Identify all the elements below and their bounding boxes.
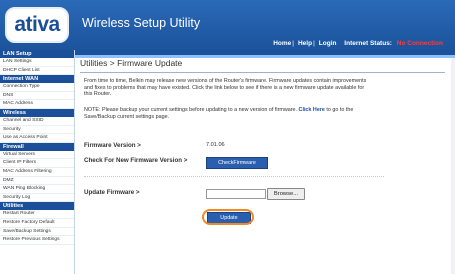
sidebar-item[interactable]: Save/Backup Settings: [0, 228, 74, 237]
internet-status-label: Internet Status:: [344, 40, 392, 47]
sidebar-heading: Wireless: [0, 108, 74, 117]
sidebar-item[interactable]: DMZ: [0, 177, 74, 186]
sidebar-heading: Firewall: [0, 142, 74, 151]
check-firmware-button[interactable]: CheckFirmware: [206, 157, 268, 169]
sidebar-item[interactable]: Connection Type: [0, 83, 74, 92]
sidebar-item[interactable]: LAN Settings: [0, 58, 74, 67]
app-title: Wireless Setup Utility: [82, 16, 201, 30]
check-firmware-label: Check For New Firmware Version >: [84, 157, 188, 164]
nav-separator: |: [292, 40, 294, 47]
page-scrollbar[interactable]: [451, 58, 455, 274]
backup-note-prefix: NOTE: Please backup your current setting…: [84, 107, 298, 113]
logo-text: ativa: [14, 13, 60, 36]
section-divider: [84, 176, 384, 177]
backup-settings-link[interactable]: Click Here: [299, 107, 325, 113]
sidebar-item[interactable]: Virtual Servers: [0, 151, 74, 160]
nav-login-link[interactable]: Login: [319, 40, 337, 47]
page-title: Utilities > Firmware Update: [80, 58, 183, 68]
sidebar-item[interactable]: DHCP Client List: [0, 67, 74, 76]
internet-status-value: No Connection: [396, 40, 443, 47]
nav-home-link[interactable]: Home: [273, 40, 291, 47]
sidebar-item[interactable]: Restore Factory Default: [0, 219, 74, 228]
sidebar-item[interactable]: Use as Access Point: [0, 134, 74, 143]
sidebar-item[interactable]: Restore Previous Settings: [0, 236, 74, 245]
firmware-version-label: Firmware Version >: [84, 142, 141, 149]
title-divider: [80, 72, 445, 73]
nav-separator: |: [313, 40, 315, 47]
browse-button[interactable]: Browse...: [267, 188, 305, 200]
update-highlight-ring: [202, 209, 254, 225]
sidebar-item[interactable]: MAC Address: [0, 100, 74, 109]
sidebar-item[interactable]: Channel and SSID: [0, 117, 74, 126]
sidebar-item[interactable]: DNS: [0, 92, 74, 101]
sidebar-heading: Internet WAN: [0, 75, 74, 84]
intro-text: From time to time, Belkin may release ne…: [84, 78, 367, 98]
sidebar-item[interactable]: Security Log: [0, 194, 74, 203]
sidebar-item[interactable]: Client IP Filters: [0, 159, 74, 168]
firmware-file-input[interactable]: [206, 189, 266, 199]
sidebar-heading: LAN Setup: [0, 50, 74, 58]
sidebar-item[interactable]: MAC Address Filtering: [0, 168, 74, 177]
sidebar-heading: Utilities: [0, 202, 74, 211]
firmware-version-value: 7.01.06: [206, 142, 225, 148]
sidebar-item[interactable]: WAN Ping Blocking: [0, 185, 74, 194]
sidebar-item[interactable]: Restart Router: [0, 210, 74, 219]
backup-note: NOTE: Please backup your current setting…: [84, 107, 374, 120]
main-content: Utilities > Firmware Update From time to…: [80, 58, 450, 274]
update-firmware-label: Update Firmware >: [84, 189, 140, 196]
nav-help-link[interactable]: Help: [298, 40, 312, 47]
top-nav: Home| Help| Login Internet Status: No Conn…: [270, 40, 443, 47]
sidebar: LAN Setup LAN Settings DHCP Client List Int…: [0, 50, 75, 274]
sidebar-item[interactable]: Security: [0, 126, 74, 135]
brand-logo[interactable]: ativa: [5, 7, 69, 43]
